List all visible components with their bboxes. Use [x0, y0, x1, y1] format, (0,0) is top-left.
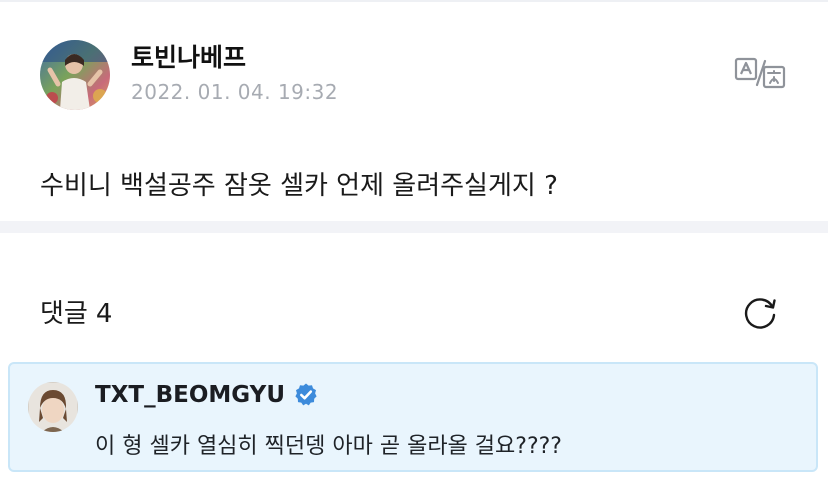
- post-timestamp: 2022. 01. 04. 19:32: [131, 80, 339, 104]
- post-page: 토빈나베프 2022. 01. 04. 19:32 수비니 백설공주 잠옷 셀카…: [0, 0, 828, 478]
- refresh-icon: [744, 298, 776, 329]
- comments-count: 4: [95, 299, 113, 329]
- comment-author-avatar[interactable]: [28, 382, 78, 432]
- section-divider: [0, 221, 828, 233]
- verified-badge-icon: [293, 382, 319, 408]
- refresh-comments-button[interactable]: [741, 294, 779, 332]
- translate-icon: [734, 57, 786, 89]
- top-divider: [0, 0, 828, 2]
- highlighted-comment[interactable]: TXT_BEOMGYU 이 형 셀카 열심히 찍던뎅 아마 곧 올라올 걸요??…: [8, 362, 818, 472]
- comment-author-name[interactable]: TXT_BEOMGYU: [95, 382, 285, 408]
- post-author-name[interactable]: 토빈나베프: [131, 38, 246, 74]
- post-body-text: 수비니 백설공주 잠옷 셀카 언제 올려주실게지 ?: [40, 171, 558, 201]
- post-author-avatar[interactable]: [40, 40, 110, 110]
- comment-text: 이 형 셀카 열심히 찍던뎅 아마 곧 올라올 걸요????: [95, 434, 562, 459]
- comment-author-row: TXT_BEOMGYU: [95, 382, 319, 408]
- comments-header: 댓글 4: [40, 293, 112, 330]
- translate-button[interactable]: [733, 55, 787, 91]
- comments-label: 댓글: [40, 299, 88, 329]
